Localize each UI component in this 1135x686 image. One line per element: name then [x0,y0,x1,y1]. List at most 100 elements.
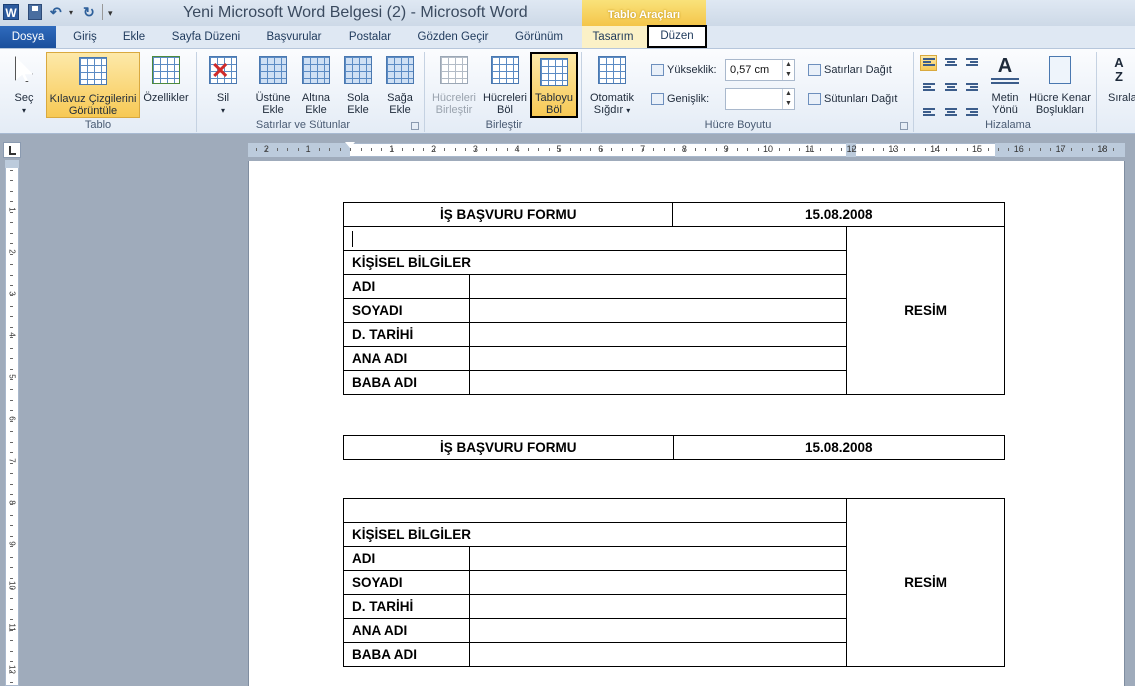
save-icon[interactable] [28,4,42,20]
field-value-cell[interactable] [468,346,848,371]
application-form-table-3[interactable]: RESİM KİŞİSEL BİLGİLER ADI SOYADI D. TAR… [342,498,1005,667]
application-form-table-1[interactable]: İŞ BAŞVURU FORMU 15.08.2008 RESİM KİŞİSE… [342,202,1005,395]
insert-right-button[interactable]: Sağa Ekle [380,52,420,118]
cell-align-icon[interactable] [942,77,959,93]
cell-margins-icon [1049,56,1071,84]
vertical-ruler-tick [10,326,13,328]
field-value-cell[interactable] [468,322,848,347]
field-label-cell[interactable]: ANA ADI [343,618,470,643]
field-value-cell[interactable] [468,370,848,395]
cell-align-icon[interactable] [964,77,981,93]
tab-insert[interactable]: Ekle [119,29,149,47]
text-direction-icon: A [991,56,1019,84]
form-date-cell[interactable]: 15.08.2008 [672,202,1005,227]
view-gridlines-button[interactable]: Kılavuz Çizgilerini Görüntüle [46,52,140,118]
tab-file[interactable]: Dosya [0,26,56,48]
column-width-input[interactable]: ▲ ▼ [725,88,795,110]
customize-qat-icon[interactable]: ▾ [108,4,113,20]
ruler-tick [350,148,352,151]
ruler-tick [1081,148,1083,151]
cell-align-icon[interactable] [942,55,959,71]
distribute-rows-icon [808,64,821,77]
field-label-cell[interactable]: ADI [343,274,470,299]
photo-cell[interactable]: RESİM [846,226,1005,395]
cell-margins-button[interactable]: Hücre Kenar Boşlukları [1028,52,1092,118]
cell-align-icon[interactable] [942,99,959,116]
form-date-cell[interactable]: 15.08.2008 [672,435,1005,460]
word-app-icon[interactable]: W [3,4,19,20]
ruler-tick [1050,148,1052,151]
properties-button[interactable]: Özellikler [143,52,189,118]
autofit-button[interactable]: Otomatik Sığdır ▾ [587,52,637,118]
application-form-table-2[interactable]: İŞ BAŞVURU FORMU 15.08.2008 [343,435,1005,460]
tab-view[interactable]: Görünüm [512,29,566,47]
tab-home[interactable]: Giriş [70,29,100,47]
height-spinner-icon[interactable]: ▲ ▼ [782,60,794,80]
vertical-ruler-number: 12 [7,664,17,674]
field-value-cell[interactable] [468,618,848,643]
ruler-tick [465,148,466,151]
width-spinner-icon[interactable]: ▲ ▼ [782,89,794,109]
split-cells-button[interactable]: Hücreleri Böl [482,52,528,118]
ruler-tick [569,148,571,151]
ruler-tick [402,148,404,151]
cell-align-icon[interactable] [920,77,937,93]
tab-selector-icon[interactable] [3,142,21,158]
ruler-tick [370,148,372,151]
field-label-cell[interactable]: SOYADI [343,298,470,323]
ruler-tick [381,148,383,151]
split-table-button[interactable]: Tabloyu Böl [530,52,578,118]
ruler-tick [966,148,968,151]
undo-dropdown-icon[interactable]: ▾ [69,4,73,20]
ruler-tick [1112,148,1114,151]
field-label-cell[interactable]: ANA ADI [343,346,470,371]
field-value-cell[interactable] [468,642,848,667]
tab-layout[interactable]: Düzen [647,25,707,48]
field-label-cell[interactable]: ADI [343,546,470,571]
window-title: Yeni Microsoft Word Belgesi (2) - Micros… [183,4,528,21]
tab-design[interactable]: Tasarım [589,29,637,47]
section-header-cell[interactable]: KİŞİSEL BİLGİLER [342,250,848,275]
ruler-tick [820,148,822,151]
vertical-ruler-tick [10,190,13,192]
cell-align-icon[interactable] [964,55,981,71]
undo-icon[interactable]: ↶ [50,4,62,20]
form-title-cell[interactable]: İŞ BAŞVURU FORMU [342,202,674,227]
tab-mailings[interactable]: Postalar [344,29,396,47]
tab-review[interactable]: Gözden Geçir [414,29,492,47]
section-header-cell[interactable]: KİŞİSEL BİLGİLER [342,522,848,547]
ruler-tick [726,148,728,151]
distribute-rows-button[interactable]: Satırları Dağıt [808,63,892,77]
field-label-cell[interactable]: D. TARİHİ [343,594,470,619]
tab-references[interactable]: Başvurular [262,29,326,47]
field-value-cell[interactable] [468,570,848,595]
vertical-ruler-tick [10,232,13,234]
redo-icon[interactable]: ↻ [83,4,95,20]
select-button[interactable]: Seç ▾ [5,52,43,118]
cell-align-icon[interactable] [920,99,937,116]
cell-size-launcher-icon[interactable] [900,122,908,130]
field-value-cell[interactable] [468,274,848,299]
photo-cell[interactable]: RESİM [846,498,1005,667]
distribute-columns-button[interactable]: Sütunları Dağıt [808,92,897,106]
form-title-cell[interactable]: İŞ BAŞVURU FORMU [343,435,674,460]
cell-align-icon[interactable] [920,55,937,71]
tab-page-layout[interactable]: Sayfa Düzeni [168,29,244,47]
empty-cell-with-cursor[interactable] [342,226,848,251]
row-height-input[interactable]: 0,57 cm ▲ ▼ [725,59,795,81]
field-label-cell[interactable]: BABA ADI [343,642,470,667]
sort-button[interactable]: A Z Sırala [1102,52,1135,118]
field-value-cell[interactable] [468,298,848,323]
rows-columns-launcher-icon[interactable] [411,122,419,130]
empty-cell[interactable] [342,498,848,523]
field-value-cell[interactable] [468,546,848,571]
field-label-cell[interactable]: BABA ADI [343,370,470,395]
field-label-cell[interactable]: D. TARİHİ [343,322,470,347]
ruler-tick [705,148,707,151]
field-value-cell[interactable] [468,594,848,619]
ruler-tick [391,148,393,151]
delete-button[interactable]: ✕ Sil ▾ [203,52,243,118]
title-bar [0,0,1135,26]
select-cursor-icon [15,56,33,82]
field-label-cell[interactable]: SOYADI [343,570,470,595]
